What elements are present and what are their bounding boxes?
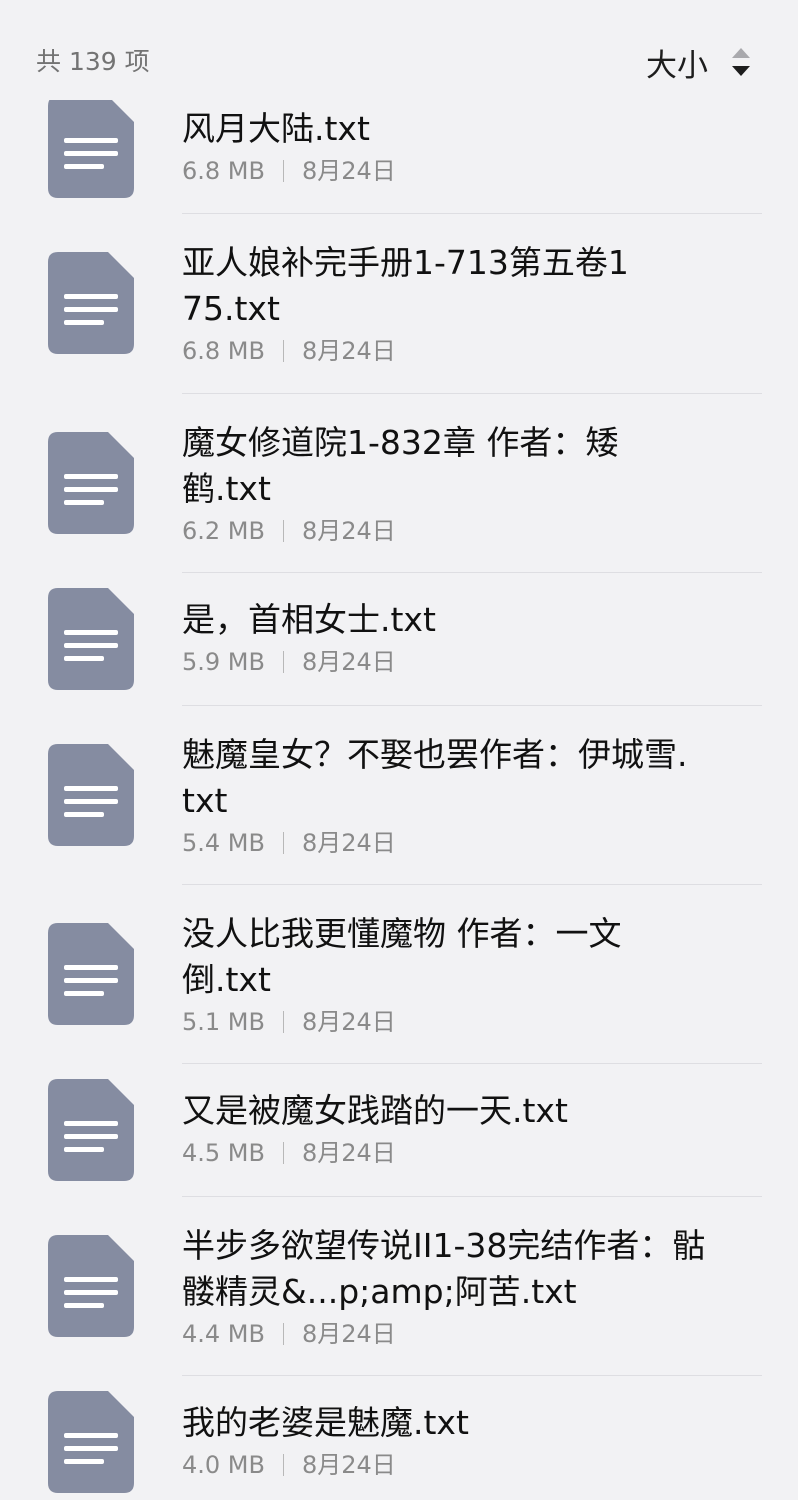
sort-label: 大小: [646, 47, 708, 84]
file-date: 8月24日: [301, 829, 396, 857]
list-header: 共 139 项 大小: [0, 0, 798, 100]
list-item[interactable]: 魔女修道院1-832章 作者：矮鹤.txt 6.2 MB 8月24日: [0, 394, 798, 573]
item-count: 共 139 项: [36, 47, 150, 76]
sort-button[interactable]: 大小: [646, 40, 752, 84]
file-meta: 5.9 MB 8月24日: [182, 645, 682, 679]
file-date: 8月24日: [301, 337, 396, 365]
document-icon: [48, 432, 134, 534]
file-date: 8月24日: [301, 517, 396, 545]
list-item[interactable]: 半步多欲望传说II1-38完结作者：骷髅精灵&...p;amp;阿苦.txt 4…: [0, 1197, 798, 1376]
file-size: 5.1 MB: [182, 1008, 265, 1036]
document-icon: [48, 96, 134, 198]
file-meta: 6.8 MB 8月24日: [182, 154, 682, 188]
meta-separator: [282, 1142, 284, 1164]
file-size: 5.4 MB: [182, 829, 265, 857]
meta-separator: [282, 651, 284, 673]
file-size: 6.2 MB: [182, 517, 265, 545]
file-date: 8月24日: [301, 1320, 396, 1348]
meta-separator: [282, 160, 284, 182]
document-icon: [48, 588, 134, 690]
file-meta: 6.8 MB 8月24日: [182, 334, 642, 368]
document-icon: [48, 252, 134, 354]
file-date: 8月24日: [301, 1008, 396, 1036]
file-date: 8月24日: [301, 648, 396, 676]
list-item[interactable]: 亚人娘补完手册1-713第五卷175.txt 6.8 MB 8月24日: [0, 214, 798, 393]
meta-separator: [282, 1454, 284, 1476]
file-name: 亚人娘补完手册1-713第五卷175.txt: [182, 243, 629, 328]
meta-separator: [282, 340, 284, 362]
file-size: 4.5 MB: [182, 1139, 265, 1167]
meta-separator: [282, 520, 284, 542]
file-size: 4.0 MB: [182, 1451, 265, 1479]
list-item[interactable]: 我的老婆是魅魔.txt 4.0 MB 8月24日: [0, 1376, 798, 1500]
document-icon: [48, 1079, 134, 1181]
meta-separator: [282, 1011, 284, 1033]
document-icon: [48, 1235, 134, 1337]
file-meta: 4.0 MB 8月24日: [182, 1448, 682, 1482]
file-name: 魔女修道院1-832章 作者：矮鹤.txt: [182, 423, 619, 508]
file-name: 没人比我更懂魔物 作者：一文倒.txt: [182, 914, 622, 999]
file-name: 半步多欲望传说II1-38完结作者：骷髅精灵&...p;amp;阿苦.txt: [182, 1226, 706, 1311]
file-meta: 4.5 MB 8月24日: [182, 1136, 742, 1170]
document-icon: [48, 1391, 134, 1493]
file-size: 6.8 MB: [182, 157, 265, 185]
file-date: 8月24日: [301, 1139, 396, 1167]
file-meta: 6.2 MB 8月24日: [182, 514, 652, 548]
file-size: 4.4 MB: [182, 1320, 265, 1348]
list-item[interactable]: 又是被魔女践踏的一天.txt 4.5 MB 8月24日: [0, 1064, 798, 1196]
file-size: 5.9 MB: [182, 648, 265, 676]
meta-separator: [282, 1323, 284, 1345]
file-meta: 4.4 MB 8月24日: [182, 1317, 722, 1351]
file-name: 魅魔皇女？不娶也罢作者：伊城雪.txt: [182, 735, 688, 820]
document-icon: [48, 923, 134, 1025]
file-date: 8月24日: [301, 1451, 396, 1479]
file-meta: 5.4 MB 8月24日: [182, 826, 692, 860]
list-item[interactable]: 魅魔皇女？不娶也罢作者：伊城雪.txt 5.4 MB 8月24日: [0, 706, 798, 885]
file-name: 我的老婆是魅魔.txt: [182, 1403, 469, 1442]
sort-up-down-icon: [730, 44, 752, 80]
list-item[interactable]: 没人比我更懂魔物 作者：一文倒.txt 5.1 MB 8月24日: [0, 885, 798, 1064]
file-meta: 5.1 MB 8月24日: [182, 1005, 662, 1039]
file-size: 6.8 MB: [182, 337, 265, 365]
list-item[interactable]: 是，首相女士.txt 5.9 MB 8月24日: [0, 573, 798, 705]
file-name: 风月大陆.txt: [182, 109, 370, 148]
file-name: 又是被魔女践踏的一天.txt: [182, 1091, 568, 1130]
meta-separator: [282, 832, 284, 854]
file-date: 8月24日: [301, 157, 396, 185]
document-icon: [48, 744, 134, 846]
file-name: 是，首相女士.txt: [182, 600, 436, 639]
